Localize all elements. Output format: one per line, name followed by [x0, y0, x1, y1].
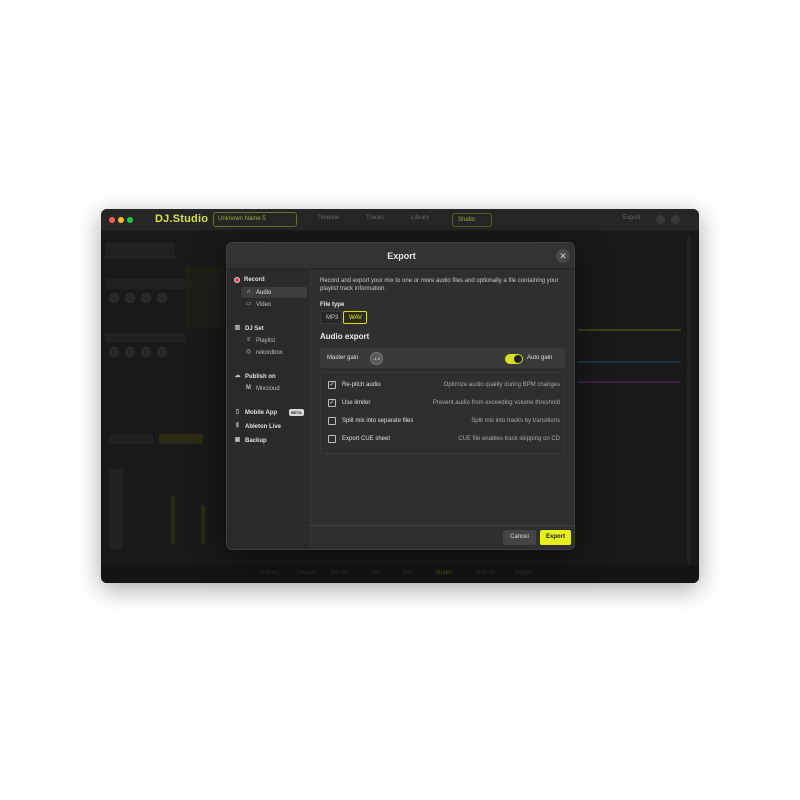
sidebar-item-label: rekordbox	[256, 349, 283, 356]
option-hint: CUE file enables track skipping on CD	[458, 436, 560, 442]
sidebar-item-label: Mixcloud	[256, 385, 280, 392]
auto-gain-label: Auto gain	[527, 355, 553, 361]
master-gain-row: Master gain -1.0 Auto gain	[320, 348, 565, 368]
help-icon[interactable]	[656, 215, 665, 224]
export-content: Record and export your mix to one or mor…	[309, 269, 574, 526]
close-window-button[interactable]	[109, 217, 115, 223]
file-type-wav-option[interactable]: WAV	[343, 311, 367, 324]
sidebar-item-label: Audio	[256, 289, 272, 296]
sidebar-section-label: Publish on	[245, 373, 276, 380]
sidebar-section-label: DJ Set	[245, 325, 264, 332]
toggle-knob	[514, 355, 522, 363]
option-repitch-audio: ✓ Re-pitch audio Optimize audio quality …	[328, 380, 560, 392]
option-label: Split mix into separate files	[342, 418, 414, 424]
sidebar-section-label: Mobile App	[245, 409, 278, 416]
close-dialog-button[interactable]: ✕	[556, 249, 570, 263]
export-description: Record and export your mix to one or mor…	[320, 278, 559, 292]
sidebar-section-djset[interactable]: ▥ DJ Set	[234, 325, 264, 332]
dialog-title: Export	[387, 251, 416, 261]
master-gain-label: Master gain	[327, 355, 359, 361]
sidebar-section-record[interactable]: Record	[234, 277, 265, 283]
sidebar-item-label: Video	[256, 301, 272, 308]
auto-gain-toggle[interactable]	[505, 354, 523, 364]
rekordbox-icon: ◎	[245, 349, 252, 355]
sidebar-section-label: Backup	[245, 437, 267, 444]
beta-badge: BETA	[289, 409, 304, 416]
archive-icon: ▣	[234, 437, 241, 443]
playlist-icon: ≡	[246, 337, 251, 343]
record-icon	[234, 277, 240, 283]
option-label: Use limiter	[342, 400, 371, 406]
tab-timeline[interactable]: Timeline	[317, 215, 339, 221]
sidebar-section-publish[interactable]: ☁ Publish on	[234, 373, 276, 380]
sidebar-item-label: Playlist	[256, 337, 276, 344]
limiter-checkbox[interactable]: ✓	[328, 399, 336, 407]
tab-tracks[interactable]: Tracks	[366, 215, 384, 221]
sidebar-item-video[interactable]: ▭ Video	[241, 299, 307, 310]
cloud-upload-icon: ☁	[234, 373, 241, 379]
minimize-window-button[interactable]	[118, 217, 124, 223]
music-note-icon: ♫	[246, 289, 251, 295]
file-type-label: File type	[320, 302, 345, 308]
sidebar-item-rekordbox[interactable]: ◎ rekordbox	[241, 347, 307, 358]
footer-divider	[309, 525, 574, 526]
option-export-cue: Export CUE sheet CUE file enables track …	[328, 434, 560, 446]
mix-selector[interactable]: Unknown Name 5	[213, 212, 297, 227]
title-bar: DJ.Studio Unknown Name 5 Timeline Tracks…	[101, 209, 699, 231]
sidebar-section-backup[interactable]: ▣ Backup	[234, 437, 267, 444]
tab-library[interactable]: Library	[411, 215, 429, 221]
option-use-limiter: ✓ Use limiter Prevent audio from exceedi…	[328, 398, 560, 410]
export-sidebar: Record ♫ Audio ▭ Video ▥ DJ Set ≡ Playli…	[227, 269, 309, 549]
export-button[interactable]: Export	[540, 530, 571, 545]
master-gain-knob[interactable]: -1.0	[370, 352, 383, 365]
mode-studio-button[interactable]: Studio	[452, 213, 492, 227]
settings-icon[interactable]	[671, 215, 680, 224]
mixcloud-icon: M	[246, 385, 251, 391]
sidebar-section-ableton[interactable]: ⦀ Ableton Live	[234, 423, 281, 430]
file-type-mp3-option[interactable]: MP3	[320, 311, 342, 324]
cue-sheet-checkbox[interactable]	[328, 435, 336, 443]
split-mix-checkbox[interactable]	[328, 417, 336, 425]
ableton-icon: ⦀	[236, 423, 239, 429]
cancel-button[interactable]: Cancel	[503, 530, 536, 545]
option-hint: Split mix into tracks by transitions	[471, 418, 560, 424]
audio-export-heading: Audio export	[320, 332, 370, 341]
library-icon: ▥	[234, 325, 241, 331]
video-camera-icon: ▭	[245, 301, 252, 307]
option-hint: Prevent audio from exceeding volume thre…	[432, 400, 560, 406]
sidebar-section-mobile-app[interactable]: ▯ Mobile App BETA	[234, 409, 304, 416]
zoom-window-button[interactable]	[127, 217, 133, 223]
sidebar-item-audio[interactable]: ♫ Audio	[241, 287, 307, 298]
app-logo: DJ.Studio	[155, 213, 209, 225]
export-menu-button[interactable]: Export	[623, 215, 640, 221]
option-split-mix: Split mix into separate files Split mix …	[328, 416, 560, 428]
phone-icon: ▯	[235, 409, 240, 415]
sidebar-section-label: Ableton Live	[245, 423, 282, 430]
sidebar-item-playlist[interactable]: ≡ Playlist	[241, 335, 307, 346]
export-dialog: Export ✕ Record ♫ Audio ▭ Video ▥ DJ Set…	[226, 242, 575, 550]
dialog-header: Export ✕	[227, 243, 574, 269]
export-options-list: ✓ Re-pitch audio Optimize audio quality …	[320, 372, 565, 454]
option-label: Export CUE sheet	[342, 436, 391, 442]
sidebar-section-label: Record	[244, 277, 265, 283]
repitch-checkbox[interactable]: ✓	[328, 381, 336, 389]
option-label: Re-pitch audio	[342, 382, 381, 388]
option-hint: Optimize audio quality during BPM change…	[443, 382, 560, 388]
sidebar-item-mixcloud[interactable]: M Mixcloud	[241, 383, 307, 394]
